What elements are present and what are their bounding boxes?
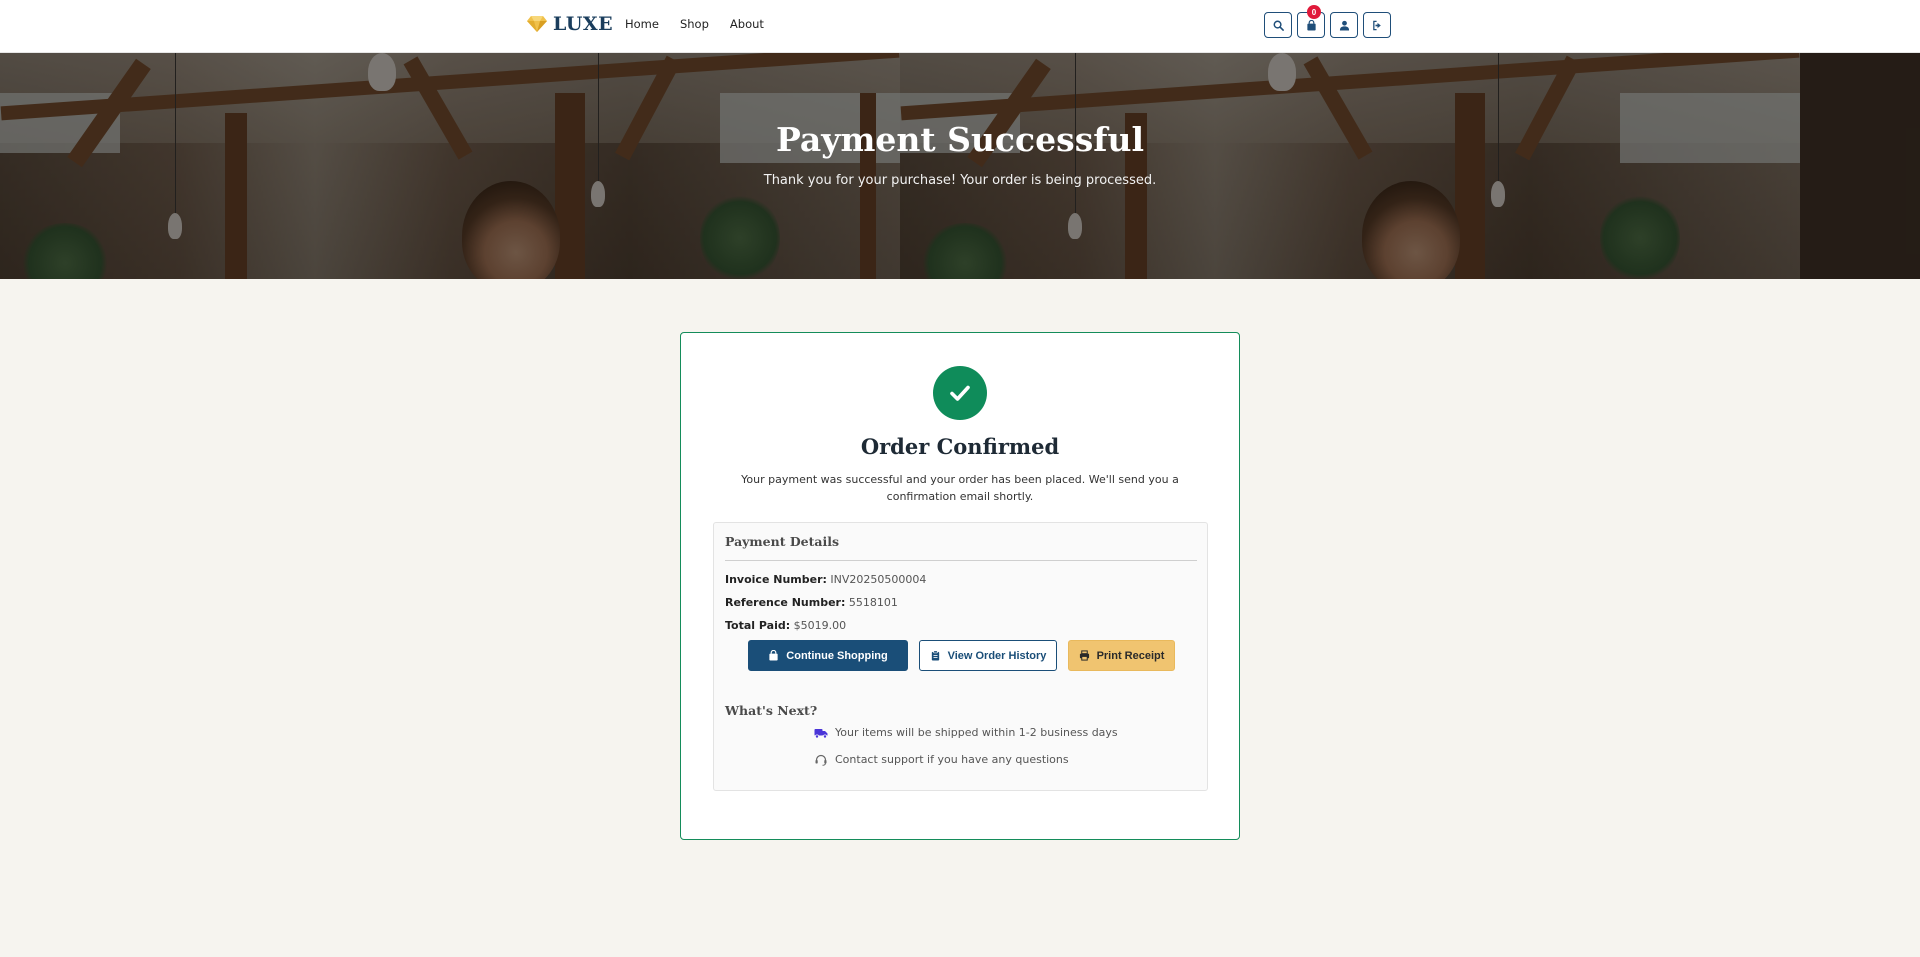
view-order-history-button[interactable]: View Order History [919, 640, 1057, 671]
search-icon [1273, 20, 1284, 31]
invoice-number-value: INV20250500004 [830, 573, 927, 586]
view-order-history-label: View Order History [947, 649, 1047, 662]
payment-details-title: Payment Details [725, 534, 840, 549]
reference-number-label: Reference Number: [725, 596, 846, 609]
nav-link-shop[interactable]: Shop [680, 17, 709, 31]
success-check-badge [933, 366, 987, 420]
nav-icon-group: 0 [1264, 5, 1391, 38]
cart-count-badge: 0 [1307, 5, 1321, 19]
print-receipt-button[interactable]: Print Receipt [1068, 640, 1175, 671]
cart-button[interactable]: 0 [1297, 5, 1325, 38]
hero-dark-overlay [0, 53, 1920, 279]
invoice-number-row: Invoice Number: INV20250500004 [725, 573, 926, 586]
reference-number-row: Reference Number: 5518101 [725, 596, 898, 609]
nav-link-home[interactable]: Home [625, 17, 659, 31]
account-button[interactable] [1330, 12, 1358, 38]
logout-button[interactable] [1363, 12, 1391, 38]
support-info-text: Contact support if you have any question… [835, 753, 1069, 766]
cart-icon [1306, 19, 1316, 31]
logout-icon [1372, 20, 1381, 30]
whats-next-title: What's Next? [725, 703, 818, 718]
order-confirmed-title: Order Confirmed [860, 434, 1060, 459]
order-confirmation-card: Order Confirmed Your payment was success… [680, 332, 1240, 840]
clipboard-icon [931, 650, 939, 661]
checkmark-icon [950, 385, 970, 401]
nav-link-about[interactable]: About [730, 17, 764, 31]
hero-subtitle: Thank you for your purchase! Your order … [763, 173, 1157, 188]
shipping-info-text: Your items will be shipped within 1-2 bu… [835, 726, 1118, 739]
hero-title: Payment Successful [775, 120, 1144, 159]
brand-name: LUXE [553, 13, 614, 35]
invoice-number-label: Invoice Number: [725, 573, 827, 586]
whats-next-item-shipping: Your items will be shipped within 1-2 bu… [814, 726, 1118, 739]
whats-next-item-support: Contact support if you have any question… [814, 753, 1069, 766]
total-paid-row: Total Paid: $5019.00 [725, 619, 846, 632]
reference-number-value: 5518101 [848, 596, 898, 609]
main-nav: Home Shop About [625, 17, 764, 31]
shopping-bag-icon [769, 650, 778, 661]
divider [725, 560, 1197, 561]
gem-icon [527, 16, 547, 32]
confirmation-message: Your payment was successful and your ord… [741, 473, 1179, 503]
truck-icon [814, 728, 828, 739]
search-button[interactable] [1264, 12, 1292, 38]
printer-icon [1079, 650, 1089, 661]
payment-details-panel: Payment Details Invoice Number: INV20250… [713, 522, 1208, 791]
hero-banner: Payment Successful Thank you for your pu… [0, 53, 1920, 279]
top-navbar: LUXE Home Shop About 0 [0, 0, 1920, 53]
continue-shopping-label: Continue Shopping [786, 649, 888, 662]
user-icon [1339, 20, 1349, 31]
total-paid-value: $5019.00 [793, 619, 847, 632]
continue-shopping-button[interactable]: Continue Shopping [748, 640, 908, 671]
print-receipt-label: Print Receipt [1096, 649, 1165, 662]
headset-icon [815, 754, 827, 766]
total-paid-label: Total Paid: [725, 619, 791, 632]
brand-logo-link[interactable]: LUXE [527, 13, 613, 35]
